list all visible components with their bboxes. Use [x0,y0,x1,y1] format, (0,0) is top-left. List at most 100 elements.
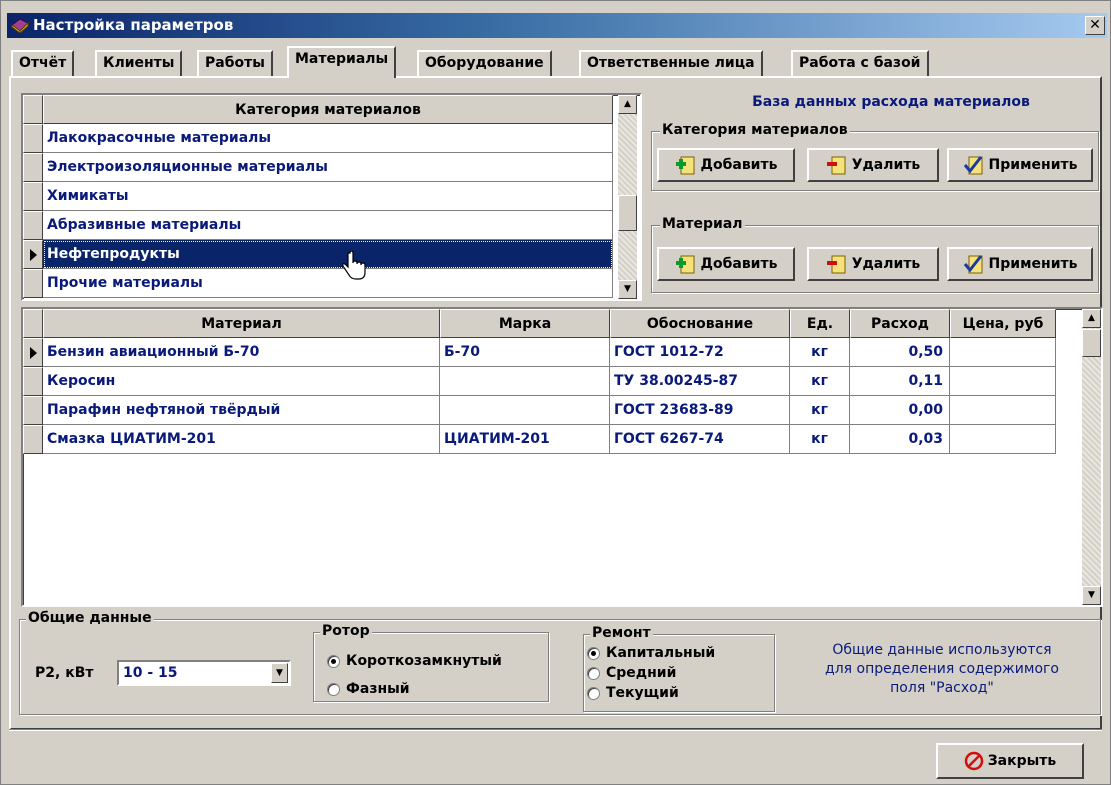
column-header-consumption[interactable]: Расход [850,309,950,338]
scroll-thumb[interactable] [1082,329,1101,357]
tab-equipment[interactable]: Оборудование [417,50,552,76]
category-row[interactable]: Химикаты [43,182,613,211]
cell-price[interactable] [950,425,1056,454]
prohibit-icon [964,751,983,771]
radio-button[interactable] [587,666,600,680]
scroll-up-button[interactable]: ▲ [1082,309,1101,328]
cell-price[interactable] [950,367,1056,396]
radio-button[interactable] [327,654,340,668]
cell-unit[interactable]: кг [790,367,850,396]
category-apply-button[interactable]: Применить [947,148,1093,182]
scroll-thumb[interactable] [618,195,637,231]
cell-brand[interactable]: Б-70 [440,338,610,367]
delete-document-icon [826,156,846,175]
rotor-option-wound[interactable]: Фазный [327,681,410,697]
cell-material[interactable]: Парафин нефтяной твёрдый [43,396,440,425]
power-select-value: 10 - 15 [123,665,178,681]
row-indicator[interactable] [23,124,43,153]
column-header-brand[interactable]: Марка [440,309,610,338]
tab-clients[interactable]: Клиенты [95,50,183,76]
close-button[interactable]: Закрыть [936,743,1084,779]
rotor-option-squirrel-cage[interactable]: Короткозамкнутый [327,653,502,669]
category-row[interactable]: Электроизоляционные материалы [43,153,613,182]
cell-unit[interactable]: кг [790,396,850,425]
current-row-arrow-icon [30,249,37,261]
cell-brand[interactable] [440,367,610,396]
chevron-down-icon[interactable]: ▼ [271,663,288,683]
tab-materials[interactable]: Материалы [287,46,397,78]
material-add-button[interactable]: Добавить [657,247,795,281]
cell-basis[interactable]: ГОСТ 23683-89 [610,396,790,425]
cell-consumption[interactable]: 0,50 [850,338,950,367]
column-header-basis[interactable]: Обоснование [610,309,790,338]
cell-consumption[interactable]: 0,00 [850,396,950,425]
category-scrollbar[interactable]: ▲ ▼ [618,95,637,299]
current-row-indicator[interactable] [23,338,43,367]
column-header-price[interactable]: Цена, руб [950,309,1056,338]
window-close-button[interactable]: ✕ [1085,16,1105,35]
cell-basis[interactable]: ГОСТ 6267-74 [610,425,790,454]
column-header-material[interactable]: Материал [43,309,440,338]
category-header[interactable]: Категория материалов [43,95,613,124]
category-row[interactable]: Лакокрасочные материалы [43,124,613,153]
cell-basis[interactable]: ГОСТ 1012-72 [610,338,790,367]
material-group-label: Материал [660,215,745,233]
cell-basis[interactable]: ТУ 38.00245-87 [610,367,790,396]
column-header-unit[interactable]: Ед. [790,309,850,338]
radio-button[interactable] [587,646,600,660]
row-indicator[interactable] [23,211,43,240]
power-select[interactable]: 10 - 15 ▼ [117,660,291,686]
row-indicator[interactable] [23,269,43,298]
cell-consumption[interactable]: 0,03 [850,425,950,454]
scroll-down-button[interactable]: ▼ [1082,586,1101,605]
rotor-label: Ротор [320,622,372,640]
material-delete-button[interactable]: Удалить [807,247,939,281]
cell-consumption[interactable]: 0,11 [850,367,950,396]
cell-unit[interactable]: кг [790,425,850,454]
row-indicator[interactable] [23,182,43,211]
title-bar[interactable]: Настройка параметров ✕ [7,13,1107,38]
cell-unit[interactable]: кг [790,338,850,367]
tab-database[interactable]: Работа с базой [791,50,929,76]
cell-price[interactable] [950,338,1056,367]
cell-material[interactable]: Керосин [43,367,440,396]
materials-grid[interactable]: Материал Марка Обоснование Ед. Расход Це… [21,307,1103,607]
cell-brand[interactable] [440,396,610,425]
materials-scrollbar[interactable]: ▲ ▼ [1082,309,1101,605]
current-row-arrow-icon [30,347,37,359]
category-row-selected[interactable]: Нефтепродукты [43,240,613,269]
general-data-info: Общие данные используются для определени… [825,642,1059,696]
row-indicator[interactable] [23,153,43,182]
repair-label: Ремонт [590,624,653,642]
category-row[interactable]: Прочие материалы [43,269,613,298]
category-delete-button[interactable]: Удалить [807,148,939,182]
db-panel-title: База данных расхода материалов [752,94,1030,110]
cell-material[interactable]: Бензин авиационный Б-70 [43,338,440,367]
category-group-label: Категория материалов [660,121,850,139]
category-row[interactable]: Абразивные материалы [43,211,613,240]
scroll-down-button[interactable]: ▼ [618,280,637,299]
scroll-up-button[interactable]: ▲ [618,95,637,114]
category-add-button[interactable]: Добавить [657,148,795,182]
repair-option-medium[interactable]: Средний [587,665,676,681]
tab-works[interactable]: Работы [197,50,273,76]
current-row-indicator[interactable] [23,240,43,269]
row-indicator[interactable] [23,396,43,425]
repair-option-current[interactable]: Текущий [587,685,679,701]
row-indicator[interactable] [23,425,43,454]
row-indicator[interactable] [23,367,43,396]
radio-button[interactable] [587,686,600,700]
cell-price[interactable] [950,396,1056,425]
category-grid[interactable]: Категория материалов Лакокрасочные матер… [21,93,642,301]
radio-button[interactable] [327,682,340,696]
tab-responsible-persons[interactable]: Ответственные лица [579,50,763,76]
delete-document-icon [826,255,846,274]
repair-option-capital[interactable]: Капитальный [587,645,715,661]
cell-material[interactable]: Смазка ЦИАТИМ-201 [43,425,440,454]
apply-checkmark-icon [963,156,983,175]
cell-brand[interactable]: ЦИАТИМ-201 [440,425,610,454]
tab-report[interactable]: Отчёт [11,50,75,76]
material-apply-button[interactable]: Применить [947,247,1093,281]
apply-checkmark-icon [963,255,983,274]
header-indicator [23,309,43,338]
